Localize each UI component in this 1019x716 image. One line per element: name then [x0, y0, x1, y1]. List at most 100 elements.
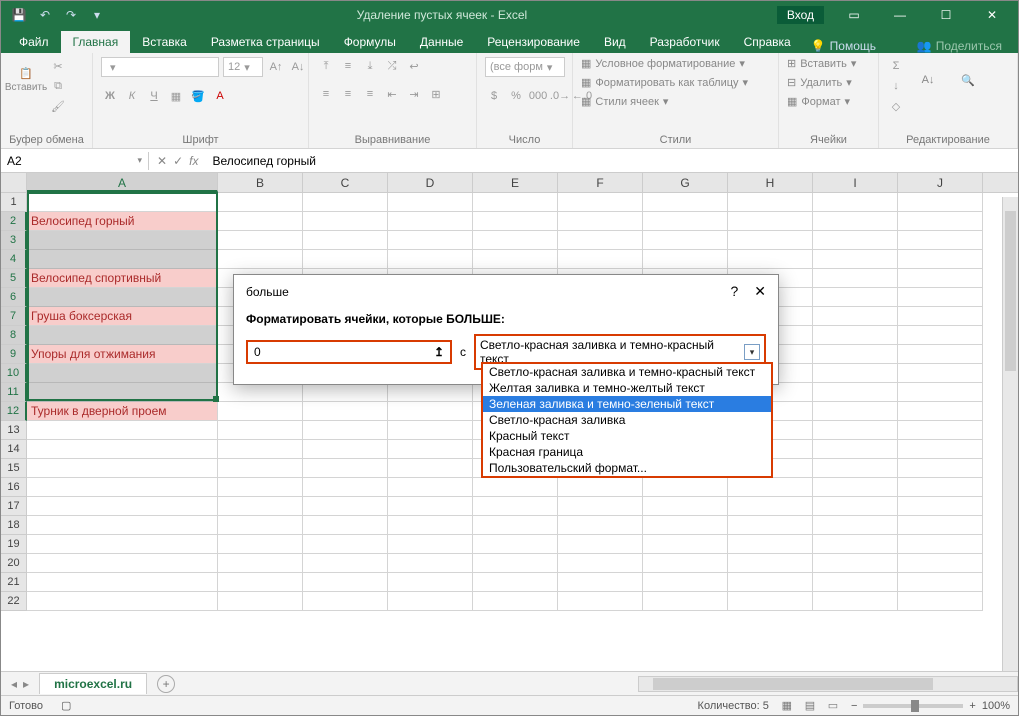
align-bottom-icon[interactable]: ⤓	[361, 57, 379, 75]
cell[interactable]	[813, 573, 898, 592]
cell[interactable]	[27, 535, 218, 554]
cell[interactable]	[27, 326, 218, 345]
cell[interactable]	[218, 383, 303, 402]
help-icon[interactable]: ?	[730, 283, 738, 300]
row-header[interactable]: 4	[1, 250, 27, 269]
cell[interactable]	[218, 573, 303, 592]
ribbon-options-icon[interactable]: ▭	[832, 1, 876, 29]
cell[interactable]	[898, 364, 983, 383]
format-cells-button[interactable]: ▦ Формат ▾	[787, 95, 850, 108]
cell[interactable]	[898, 193, 983, 212]
cell[interactable]	[303, 193, 388, 212]
cell[interactable]	[218, 212, 303, 231]
cell[interactable]	[27, 440, 218, 459]
cell[interactable]	[388, 459, 473, 478]
normal-view-icon[interactable]: ▦	[777, 699, 797, 712]
redo-icon[interactable]: ↷	[61, 5, 81, 25]
cell[interactable]	[473, 535, 558, 554]
format-dropdown[interactable]: Светло-красная заливка и темно-красный т…	[481, 362, 773, 478]
cell[interactable]	[813, 250, 898, 269]
cell[interactable]	[643, 193, 728, 212]
cell[interactable]	[813, 364, 898, 383]
cell[interactable]	[643, 497, 728, 516]
row-header[interactable]: 15	[1, 459, 27, 478]
value-input[interactable]: ↥	[246, 340, 452, 364]
cell[interactable]	[898, 250, 983, 269]
row-header[interactable]: 16	[1, 478, 27, 497]
cell[interactable]	[558, 478, 643, 497]
save-icon[interactable]: 💾	[9, 5, 29, 25]
cell[interactable]	[898, 554, 983, 573]
cell[interactable]	[813, 592, 898, 611]
row-header[interactable]: 17	[1, 497, 27, 516]
cell[interactable]	[218, 516, 303, 535]
cell[interactable]	[27, 592, 218, 611]
cell[interactable]	[218, 231, 303, 250]
cell[interactable]: Груша боксерская	[27, 307, 218, 326]
cell[interactable]	[643, 250, 728, 269]
sheet-tab[interactable]: microexcel.ru	[39, 673, 147, 694]
cell[interactable]	[898, 307, 983, 326]
cell[interactable]	[558, 554, 643, 573]
cell[interactable]	[898, 402, 983, 421]
cell[interactable]	[813, 554, 898, 573]
row-header[interactable]: 7	[1, 307, 27, 326]
row-header[interactable]: 10	[1, 364, 27, 383]
currency-icon[interactable]: $	[485, 87, 503, 105]
cell[interactable]	[813, 459, 898, 478]
tab-data[interactable]: Данные	[408, 31, 475, 53]
cell[interactable]	[303, 250, 388, 269]
row-header[interactable]: 3	[1, 231, 27, 250]
maximize-icon[interactable]: ☐	[924, 1, 968, 29]
cell[interactable]	[473, 212, 558, 231]
cell[interactable]	[898, 516, 983, 535]
cell[interactable]	[388, 497, 473, 516]
cell[interactable]	[643, 231, 728, 250]
cell[interactable]	[813, 345, 898, 364]
cell[interactable]: Велосипед горный	[27, 212, 218, 231]
signin-button[interactable]: Вход	[777, 6, 824, 24]
cell[interactable]	[218, 402, 303, 421]
insert-cells-button[interactable]: ⊞ Вставить ▾	[787, 57, 856, 70]
cell[interactable]	[643, 212, 728, 231]
row-header[interactable]: 9	[1, 345, 27, 364]
sort-filter-button[interactable]: A↓	[911, 57, 945, 103]
cell[interactable]	[728, 497, 813, 516]
cell[interactable]	[27, 288, 218, 307]
cell[interactable]	[27, 516, 218, 535]
cell[interactable]	[643, 516, 728, 535]
format-as-table-button[interactable]: ▦ Форматировать как таблицу ▾	[581, 76, 748, 89]
cell[interactable]	[473, 478, 558, 497]
cell[interactable]	[388, 212, 473, 231]
dropdown-option[interactable]: Желтая заливка и темно-желтый текст	[483, 380, 771, 396]
row-header[interactable]: 20	[1, 554, 27, 573]
chevron-down-icon[interactable]: ▾	[744, 344, 760, 360]
row-header[interactable]: 21	[1, 573, 27, 592]
cell[interactable]	[728, 193, 813, 212]
tab-developer[interactable]: Разработчик	[638, 31, 732, 53]
cell[interactable]	[388, 535, 473, 554]
cell[interactable]	[643, 554, 728, 573]
fill-icon[interactable]: ↓	[887, 77, 905, 95]
cell[interactable]	[303, 478, 388, 497]
column-header[interactable]: H	[728, 173, 813, 192]
column-header[interactable]: D	[388, 173, 473, 192]
cell[interactable]	[218, 554, 303, 573]
cell[interactable]	[898, 383, 983, 402]
cell[interactable]	[303, 231, 388, 250]
cell[interactable]	[303, 516, 388, 535]
cell[interactable]	[813, 440, 898, 459]
align-center-icon[interactable]: ≡	[339, 85, 357, 103]
increase-decimal-icon[interactable]: .0→	[551, 87, 569, 105]
close-dialog-icon[interactable]: ✕	[754, 283, 766, 300]
cell[interactable]	[898, 212, 983, 231]
format-painter-icon[interactable]: 🖌	[49, 97, 67, 115]
cell[interactable]	[27, 250, 218, 269]
cell[interactable]	[898, 440, 983, 459]
add-sheet-icon[interactable]: +	[157, 675, 175, 693]
cell[interactable]	[218, 193, 303, 212]
cell[interactable]	[728, 212, 813, 231]
cell[interactable]	[388, 516, 473, 535]
cell[interactable]	[388, 250, 473, 269]
cell[interactable]	[303, 421, 388, 440]
